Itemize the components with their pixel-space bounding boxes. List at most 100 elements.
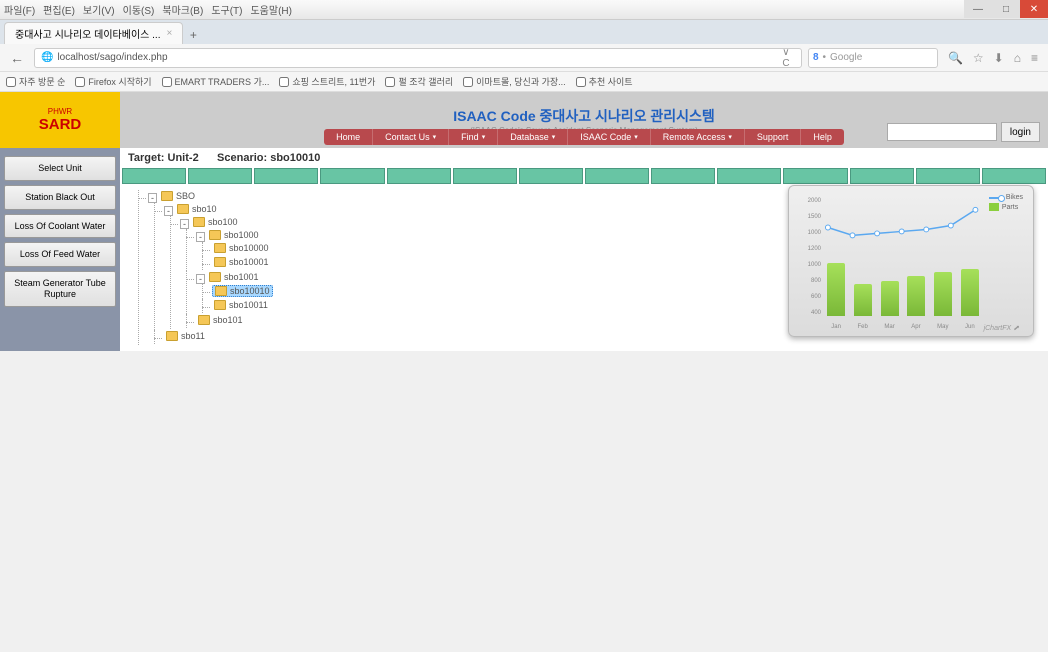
bookmark-item[interactable]: 추천 사이트 bbox=[576, 75, 633, 88]
sidebar-station-blackout[interactable]: Station Black Out bbox=[4, 185, 116, 210]
timeline-cell[interactable] bbox=[651, 168, 715, 184]
nav-database[interactable]: Database▾ bbox=[498, 129, 568, 145]
nav-home[interactable]: Home bbox=[324, 129, 373, 145]
timeline-cell[interactable] bbox=[916, 168, 980, 184]
bookmark-item[interactable]: 이마트몰, 당신과 가장... bbox=[463, 75, 566, 88]
nav-help[interactable]: Help bbox=[801, 129, 844, 145]
menu-go[interactable]: 이동(S) bbox=[123, 2, 155, 17]
window-maximize-button[interactable]: □ bbox=[992, 0, 1020, 18]
chart-bar bbox=[854, 284, 872, 316]
logo-subtitle: PHWR bbox=[48, 107, 72, 116]
tree-node-root[interactable]: SBO bbox=[159, 191, 197, 201]
sidebar: Select Unit Station Black Out Loss Of Co… bbox=[0, 148, 120, 351]
timeline-cell[interactable] bbox=[188, 168, 252, 184]
tree-node[interactable]: sbo101 bbox=[196, 315, 245, 325]
timeline-cell[interactable] bbox=[254, 168, 318, 184]
browser-search-field[interactable]: 8 • Google bbox=[808, 48, 938, 68]
main-content: Target: Unit-2 Scenario: sbo10010 -SBO bbox=[120, 148, 1048, 351]
login-input[interactable] bbox=[887, 123, 997, 141]
window-close-button[interactable]: ✕ bbox=[1020, 0, 1048, 18]
new-tab-button[interactable]: + bbox=[183, 26, 203, 44]
menu-edit[interactable]: 편집(E) bbox=[43, 2, 75, 17]
sidebar-select-unit[interactable]: Select Unit bbox=[4, 156, 116, 181]
window-minimize-button[interactable]: — bbox=[964, 0, 992, 18]
nav-find[interactable]: Find▾ bbox=[449, 129, 498, 145]
legend-line-icon bbox=[989, 197, 1003, 199]
chart-bar bbox=[961, 269, 979, 316]
browser-tab[interactable]: 중대사고 시나리오 데이타베이스 ... × bbox=[4, 22, 183, 44]
nav-support[interactable]: Support bbox=[745, 129, 802, 145]
chevron-down-icon: ▾ bbox=[482, 133, 486, 141]
menu-view[interactable]: 보기(V) bbox=[83, 2, 115, 17]
chevron-down-icon: ▾ bbox=[552, 133, 556, 141]
nav-remote[interactable]: Remote Access▾ bbox=[651, 129, 745, 145]
target-label: Target: Unit-2 bbox=[128, 152, 199, 164]
url-field[interactable]: 🌐 localhost/sago/index.php ∨ C bbox=[34, 48, 802, 68]
chart-widget: Bikes Parts 2000 1500 1000 1200 1000 800… bbox=[788, 185, 1034, 337]
bookmark-item[interactable]: 펄 조각 갤러리 bbox=[385, 75, 453, 88]
menu-icon[interactable]: ≡ bbox=[1031, 51, 1038, 65]
tree-node[interactable]: sbo10001 bbox=[212, 257, 271, 267]
star-icon[interactable]: ☆ bbox=[973, 51, 984, 65]
timeline-cell[interactable] bbox=[783, 168, 847, 184]
folder-icon bbox=[214, 257, 226, 267]
tree-toggle[interactable]: - bbox=[148, 193, 157, 203]
tree-node-selected[interactable]: sbo10010 bbox=[212, 285, 273, 297]
tree-node[interactable]: sbo1000 bbox=[207, 230, 261, 240]
nav-contact[interactable]: Contact Us▾ bbox=[373, 129, 449, 145]
app-logo: PHWR SARD bbox=[0, 92, 120, 148]
chart-legend: Bikes Parts bbox=[989, 194, 1023, 213]
folder-icon bbox=[214, 243, 226, 253]
folder-icon bbox=[166, 331, 178, 341]
nav-back-button[interactable]: ← bbox=[6, 47, 28, 69]
tree-toggle[interactable]: - bbox=[196, 274, 205, 284]
search-placeholder: Google bbox=[830, 52, 862, 63]
timeline-cell[interactable] bbox=[122, 168, 186, 184]
folder-icon bbox=[198, 315, 210, 325]
sidebar-loss-feed[interactable]: Loss Of Feed Water bbox=[4, 242, 116, 267]
bookmark-item[interactable]: EMART TRADERS 가... bbox=[162, 75, 270, 88]
menu-tools[interactable]: 도구(T) bbox=[211, 2, 242, 17]
timeline-cell[interactable] bbox=[850, 168, 914, 184]
bookmark-item[interactable]: 자주 방문 순 bbox=[6, 75, 65, 88]
chart-bar bbox=[827, 263, 845, 316]
timeline-cell[interactable] bbox=[519, 168, 583, 184]
tree-node[interactable]: sbo1001 bbox=[207, 272, 261, 282]
downloads-icon[interactable]: ⬇ bbox=[994, 51, 1004, 65]
home-icon[interactable]: ⌂ bbox=[1014, 51, 1021, 65]
chart-line bbox=[823, 198, 980, 257]
timeline-cell[interactable] bbox=[717, 168, 781, 184]
sidebar-sgtr[interactable]: Steam Generator Tube Rupture bbox=[4, 271, 116, 307]
folder-icon bbox=[177, 204, 189, 214]
tree-toggle[interactable]: - bbox=[180, 219, 189, 229]
timeline-cell[interactable] bbox=[453, 168, 517, 184]
menu-file[interactable]: 파일(F) bbox=[4, 2, 35, 17]
nav-isaac[interactable]: ISAAC Code▾ bbox=[568, 129, 651, 145]
chart-bar bbox=[907, 276, 925, 316]
tree-node[interactable]: sbo11 bbox=[164, 331, 207, 341]
bookmark-item[interactable]: 쇼핑 스트리트, 11번가 bbox=[279, 75, 375, 88]
menu-help[interactable]: 도움말(H) bbox=[250, 2, 291, 17]
tree-node[interactable]: sbo10 bbox=[175, 204, 219, 214]
tree-node[interactable]: sbo10000 bbox=[212, 243, 271, 253]
reload-icon[interactable]: ∨ C bbox=[779, 47, 793, 69]
timeline-cell[interactable] bbox=[387, 168, 451, 184]
google-icon: 8 bbox=[813, 52, 819, 63]
sidebar-loss-coolant[interactable]: Loss Of Coolant Water bbox=[4, 214, 116, 239]
tree-node[interactable]: sbo100 bbox=[191, 217, 240, 227]
timeline-cell[interactable] bbox=[982, 168, 1046, 184]
app-header: ISAAC Code 중대사고 시나리오 관리시스템 (ISAAC Code's… bbox=[120, 92, 1048, 148]
folder-icon bbox=[193, 217, 205, 227]
bookmarks-toolbar: 자주 방문 순 Firefox 시작하기 EMART TRADERS 가... … bbox=[0, 72, 1048, 92]
menu-bookmarks[interactable]: 북마크(B) bbox=[162, 2, 203, 17]
tab-close-icon[interactable]: × bbox=[166, 28, 172, 39]
login-button[interactable]: login bbox=[1001, 122, 1040, 142]
bookmark-item[interactable]: Firefox 시작하기 bbox=[75, 75, 151, 88]
browser-tab-strip: 중대사고 시나리오 데이타베이스 ... × + bbox=[0, 20, 1048, 44]
timeline-cell[interactable] bbox=[320, 168, 384, 184]
search-icon[interactable]: 🔍 bbox=[948, 51, 963, 65]
tree-toggle[interactable]: - bbox=[164, 206, 173, 216]
tree-toggle[interactable]: - bbox=[196, 232, 205, 242]
tree-node[interactable]: sbo10011 bbox=[212, 300, 270, 310]
timeline-cell[interactable] bbox=[585, 168, 649, 184]
